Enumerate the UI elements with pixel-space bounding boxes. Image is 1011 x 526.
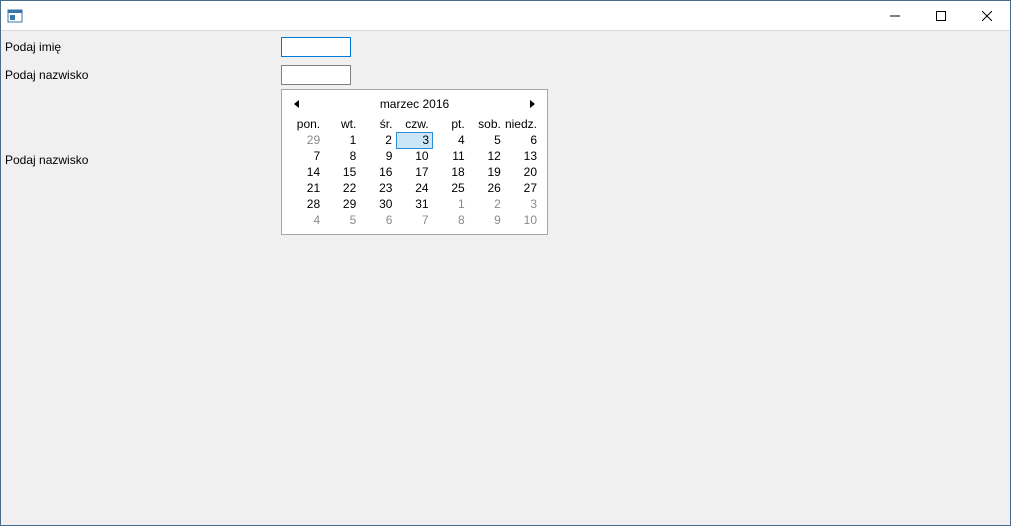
- label-last-name: Podaj nazwisko: [5, 68, 281, 82]
- calendar-day[interactable]: 9: [469, 212, 505, 228]
- calendar-day[interactable]: 5: [324, 212, 360, 228]
- calendar-header: marzec 2016: [288, 92, 541, 116]
- calendar-day[interactable]: 7: [396, 212, 432, 228]
- calendar-day[interactable]: 2: [360, 132, 396, 148]
- calendar-day[interactable]: 23: [360, 180, 396, 196]
- calendar-day-header: pon.: [288, 116, 324, 132]
- minimize-button[interactable]: [872, 1, 918, 30]
- calendar-day-header: pt.: [433, 116, 469, 132]
- row-last-name-2: Podaj nazwisko: [5, 153, 281, 167]
- calendar-day-header: wt.: [324, 116, 360, 132]
- calendar-day[interactable]: 20: [505, 164, 541, 180]
- label-last-name-2: Podaj nazwisko: [5, 153, 281, 167]
- calendar-day[interactable]: 1: [324, 132, 360, 148]
- calendar-day[interactable]: 29: [288, 132, 324, 148]
- calendar-day[interactable]: 14: [288, 164, 324, 180]
- first-name-input[interactable]: [281, 37, 351, 57]
- calendar-day[interactable]: 2: [469, 196, 505, 212]
- calendar-day[interactable]: 31: [396, 196, 432, 212]
- calendar-day[interactable]: 16: [360, 164, 396, 180]
- calendar-day[interactable]: 4: [433, 132, 469, 148]
- calendar-day-header: czw.: [396, 116, 432, 132]
- calendar-day[interactable]: 27: [505, 180, 541, 196]
- calendar-day[interactable]: 15: [324, 164, 360, 180]
- calendar-day[interactable]: 22: [324, 180, 360, 196]
- calendar-day[interactable]: 5: [469, 132, 505, 148]
- calendar-day[interactable]: 28: [288, 196, 324, 212]
- calendar-day[interactable]: 26: [469, 180, 505, 196]
- calendar-day[interactable]: 9: [360, 148, 396, 164]
- label-first-name: Podaj imię: [5, 40, 281, 54]
- row-first-name: Podaj imię: [5, 37, 351, 57]
- calendar-day[interactable]: 11: [433, 148, 469, 164]
- client-area: Podaj imię Podaj nazwisko Podaj nazwisko…: [1, 31, 1010, 525]
- calendar-day[interactable]: 4: [288, 212, 324, 228]
- window-controls: [872, 1, 1010, 30]
- calendar-day[interactable]: 30: [360, 196, 396, 212]
- calendar-day[interactable]: 24: [396, 180, 432, 196]
- calendar-day[interactable]: 18: [433, 164, 469, 180]
- calendar-day[interactable]: 10: [396, 148, 432, 164]
- calendar-day[interactable]: 1: [433, 196, 469, 212]
- calendar-day[interactable]: 21: [288, 180, 324, 196]
- last-name-input[interactable]: [281, 65, 351, 85]
- calendar-day[interactable]: 17: [396, 164, 432, 180]
- calendar-day[interactable]: 10: [505, 212, 541, 228]
- calendar-day-header: niedz.: [505, 116, 541, 132]
- calendar-day-header: śr.: [360, 116, 396, 132]
- calendar-day[interactable]: 6: [360, 212, 396, 228]
- titlebar: [1, 1, 1010, 31]
- calendar-day-header: sob.: [469, 116, 505, 132]
- close-button[interactable]: [964, 1, 1010, 30]
- calendar-day[interactable]: 3: [505, 196, 541, 212]
- calendar-grid: pon.wt.śr.czw.pt.sob.niedz. 291234567891…: [288, 116, 541, 228]
- row-last-name: Podaj nazwisko: [5, 65, 351, 85]
- calendar[interactable]: marzec 2016 pon.wt.śr.czw.pt.sob.niedz. …: [281, 89, 548, 235]
- maximize-button[interactable]: [918, 1, 964, 30]
- calendar-prev-button[interactable]: [288, 95, 306, 113]
- calendar-day[interactable]: 3: [396, 132, 432, 148]
- calendar-day[interactable]: 8: [324, 148, 360, 164]
- calendar-day[interactable]: 8: [433, 212, 469, 228]
- calendar-day[interactable]: 6: [505, 132, 541, 148]
- calendar-day[interactable]: 19: [469, 164, 505, 180]
- calendar-day[interactable]: 7: [288, 148, 324, 164]
- calendar-day[interactable]: 13: [505, 148, 541, 164]
- calendar-day[interactable]: 25: [433, 180, 469, 196]
- calendar-day[interactable]: 29: [324, 196, 360, 212]
- calendar-day[interactable]: 12: [469, 148, 505, 164]
- calendar-title[interactable]: marzec 2016: [306, 97, 523, 111]
- calendar-next-button[interactable]: [523, 95, 541, 113]
- app-window: Podaj imię Podaj nazwisko Podaj nazwisko…: [0, 0, 1011, 526]
- app-icon: [7, 8, 23, 24]
